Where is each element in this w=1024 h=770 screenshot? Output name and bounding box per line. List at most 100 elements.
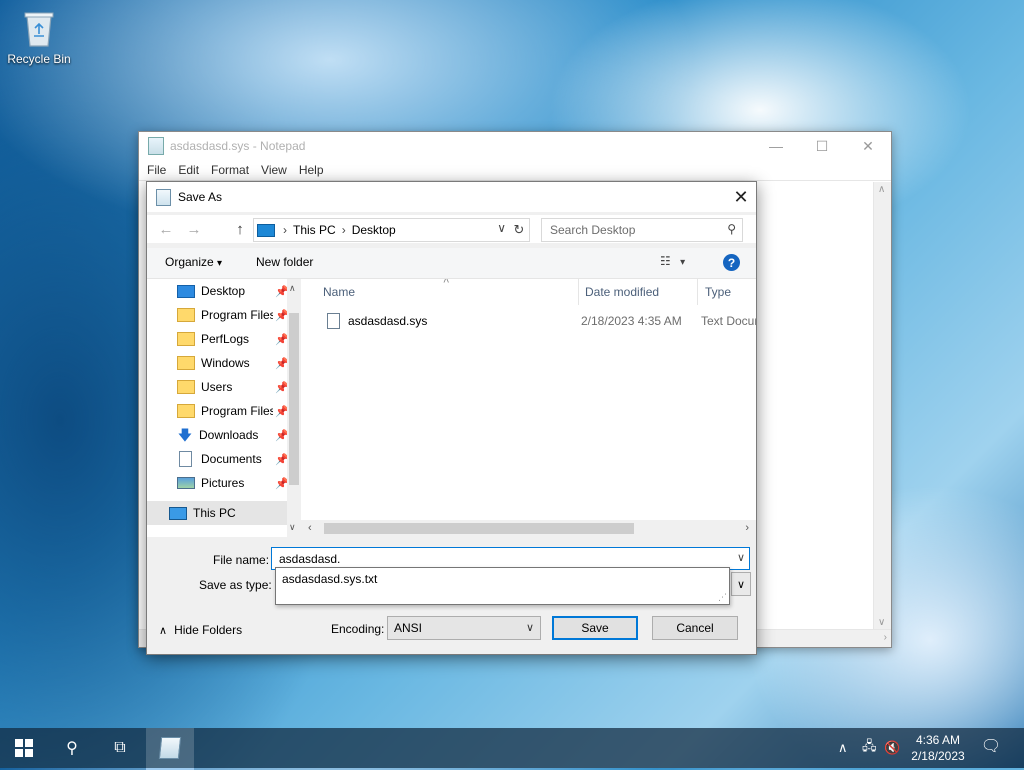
organize-button[interactable]: Organize ▾ <box>165 255 222 269</box>
close-button[interactable]: ✕ <box>845 132 891 160</box>
nav-item-this-pc[interactable]: This PC <box>169 502 281 524</box>
scroll-right-icon[interactable]: › <box>745 522 749 534</box>
autocomplete-option[interactable]: asdasdasd.sys.txt <box>282 572 377 586</box>
autocomplete-dropdown: asdasdasd.sys.txt ⋰ <box>275 567 730 605</box>
scrollbar-thumb[interactable] <box>289 313 299 485</box>
search-button[interactable]: ⚲ <box>48 728 96 768</box>
search-input[interactable] <box>548 222 722 238</box>
new-folder-button[interactable]: New folder <box>256 255 313 269</box>
refresh-icon[interactable]: ↻ <box>509 218 530 242</box>
file-list-horizontal-scrollbar[interactable]: ‹ › <box>301 520 756 537</box>
file-row[interactable]: asdasdasd.sys 2/18/2023 4:35 AM Text Doc… <box>319 311 756 331</box>
navigation-scrollbar[interactable]: ∧ ∨ <box>287 279 301 537</box>
column-header-name[interactable]: Name <box>323 279 355 305</box>
recycle-bin-shortcut[interactable]: Recycle Bin <box>4 8 74 66</box>
view-options-button[interactable]: ☷ ▾ <box>660 254 685 268</box>
column-header-type[interactable]: Type <box>705 279 731 305</box>
view-details-icon: ☷ <box>660 254 671 268</box>
breadcrumb-chevron-icon[interactable]: › <box>281 223 289 237</box>
computer-icon <box>257 223 275 237</box>
task-view-icon: ⧉ <box>114 739 126 756</box>
task-view-button[interactable]: ⧉ <box>96 728 144 768</box>
folder-icon <box>177 356 195 370</box>
scroll-down-icon[interactable]: ∨ <box>878 617 885 628</box>
cancel-button[interactable]: Cancel <box>652 616 738 640</box>
notepad-icon <box>158 737 182 759</box>
nav-item-desktop[interactable]: Desktop 📌 <box>177 280 289 302</box>
nav-item-program-files-x86[interactable]: Program Files 📌 <box>177 400 289 422</box>
breadcrumb-chevron-icon[interactable]: › <box>340 223 348 237</box>
network-icon[interactable]: 🖧 <box>862 728 877 768</box>
windows-logo-icon <box>15 739 33 757</box>
file-type: Text Document <box>701 314 756 328</box>
notification-center-icon[interactable]: 🗨 <box>980 736 1002 758</box>
back-arrow-icon[interactable]: ← <box>155 217 177 241</box>
minimize-button[interactable]: — <box>753 132 799 160</box>
navigation-bar: ← → ↑ › This PC › Desktop ∨ ↻ ⚲ <box>147 215 756 243</box>
desktop-icon <box>177 284 195 298</box>
nav-item-label: Program Files <box>201 308 273 322</box>
help-icon[interactable]: ? <box>723 254 740 271</box>
file-name-label: File name: <box>213 553 270 567</box>
encoding-label: Encoding: <box>331 622 385 636</box>
nav-item-users[interactable]: Users 📌 <box>177 376 289 398</box>
computer-icon <box>169 506 187 520</box>
recycle-bin-label: Recycle Bin <box>7 52 71 66</box>
recycle-bin-icon <box>22 8 56 48</box>
menu-format[interactable]: Format <box>205 163 255 177</box>
scrollbar-thumb[interactable] <box>324 523 634 534</box>
save-as-type-label: Save as type: <box>199 578 272 592</box>
scroll-up-icon[interactable]: ∧ <box>289 283 296 294</box>
nav-item-windows[interactable]: Windows 📌 <box>177 352 289 374</box>
nav-item-label: Windows <box>201 356 250 370</box>
resize-grip-icon[interactable]: ⋰ <box>718 592 727 603</box>
scroll-down-icon[interactable]: ∨ <box>289 522 296 533</box>
chevron-down-icon: ▾ <box>680 257 686 268</box>
save-as-type-dropdown[interactable]: ∨ <box>731 572 751 596</box>
notepad-titlebar[interactable]: asdasdasd.sys - Notepad — ☐ ✕ <box>139 132 891 160</box>
maximize-button[interactable]: ☐ <box>799 132 845 160</box>
nav-item-label: Downloads <box>199 428 259 442</box>
volume-muted-icon[interactable]: 🔇 <box>884 728 900 768</box>
nav-item-downloads[interactable]: 🡇 Downloads 📌 <box>177 424 289 446</box>
nav-item-label: Users <box>201 380 233 394</box>
notepad-title: asdasdasd.sys - Notepad <box>170 139 306 153</box>
scroll-left-icon[interactable]: ‹ <box>308 522 312 534</box>
download-icon: 🡇 <box>177 427 193 443</box>
up-arrow-icon[interactable]: ↑ <box>229 217 251 241</box>
nav-item-program-files[interactable]: Program Files 📌 <box>177 304 289 326</box>
nav-item-documents[interactable]: Documents 📌 <box>177 448 289 470</box>
breadcrumb-this-pc[interactable]: This PC <box>289 223 340 237</box>
show-hidden-icons-button[interactable]: ∧ <box>838 728 848 768</box>
start-button[interactable] <box>0 728 48 768</box>
dialog-titlebar[interactable]: Save As ✕ <box>147 182 756 212</box>
text-file-icon <box>327 313 340 329</box>
taskbar-notepad-button[interactable] <box>146 728 194 770</box>
menu-edit[interactable]: Edit <box>172 163 205 177</box>
clock[interactable]: 4:36 AM 2/18/2023 <box>904 732 972 764</box>
hide-folders-button[interactable]: ∧ Hide Folders <box>159 623 242 637</box>
nav-item-perflogs[interactable]: PerfLogs 📌 <box>177 328 289 350</box>
encoding-select[interactable]: ANSI ∨ <box>387 616 541 640</box>
menu-file[interactable]: File <box>141 163 172 177</box>
taskbar: ⚲ ⧉ ∧ 🖧 🔇 4:36 AM 2/18/2023 🗨 <box>0 728 1024 770</box>
file-name-input[interactable] <box>277 550 721 567</box>
search-icon: ⚲ <box>727 222 736 236</box>
menu-help[interactable]: Help <box>293 163 330 177</box>
scroll-right-icon[interactable]: › <box>884 632 887 643</box>
notepad-vertical-scrollbar[interactable]: ∧ ∨ <box>873 182 891 630</box>
clock-time: 4:36 AM <box>915 733 961 747</box>
breadcrumb-desktop[interactable]: Desktop <box>348 223 400 237</box>
scroll-up-icon[interactable]: ∧ <box>878 184 885 195</box>
file-list: ˄ Name Date modified Type asdasdasd.sys … <box>301 279 756 537</box>
chevron-down-icon[interactable]: ∨ <box>497 221 506 235</box>
forward-arrow-icon[interactable]: → <box>183 217 205 241</box>
dialog-close-button[interactable]: ✕ <box>726 182 756 212</box>
menu-view[interactable]: View <box>255 163 293 177</box>
search-box[interactable]: ⚲ <box>541 218 743 242</box>
nav-item-pictures[interactable]: Pictures 📌 <box>177 472 289 494</box>
chevron-down-icon[interactable]: ∨ <box>737 551 745 564</box>
address-bar[interactable]: › This PC › Desktop ∨ <box>253 218 511 242</box>
save-button[interactable]: Save <box>552 616 638 640</box>
column-header-date[interactable]: Date modified <box>585 279 659 305</box>
